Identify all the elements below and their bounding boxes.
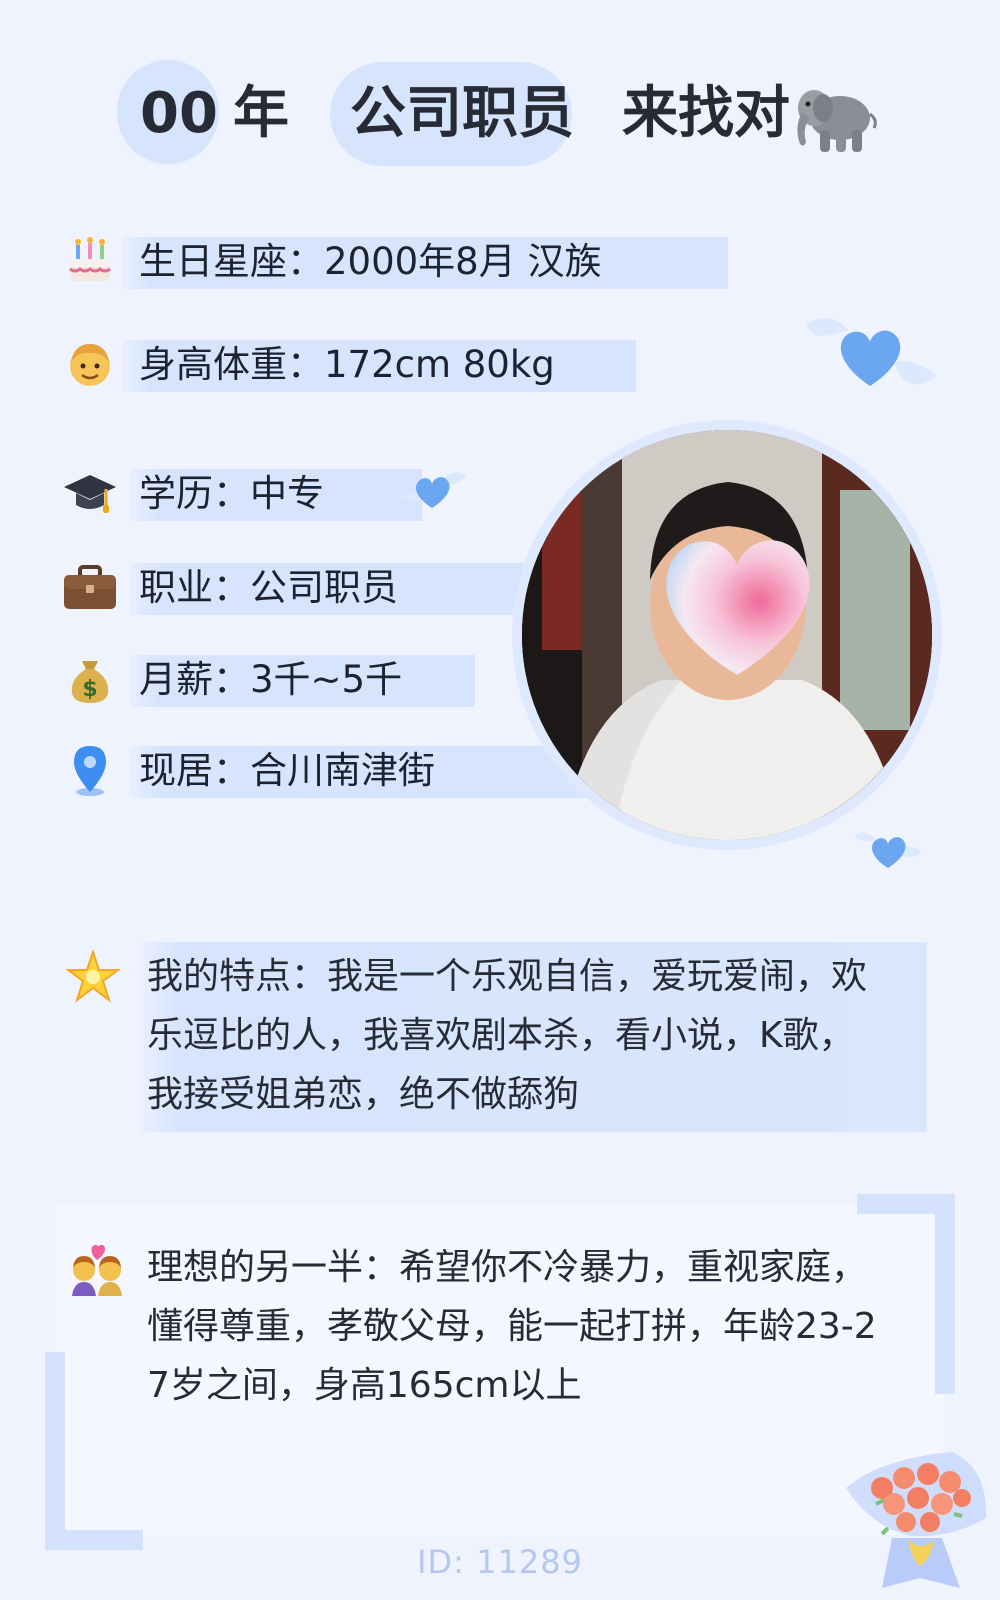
money-bag-icon: $ (62, 651, 118, 707)
info-education-text: 学历：中专 (139, 472, 324, 515)
year-value: 00 (140, 81, 218, 146)
privacy-heart-sticker (652, 525, 822, 685)
features-line: 我的特点：我是一个乐观自信，爱玩爱闹，欢 (147, 956, 868, 997)
small-winged-heart-icon (852, 828, 924, 874)
info-birthday-text: 生日星座：2000年8月 汉族 (139, 240, 602, 283)
man-face-icon (62, 336, 118, 392)
features-text: 我的特点：我是一个乐观自信，爱玩爱闹，欢 乐逗比的人，我喜欢剧本杀，看小说，K歌… (147, 947, 867, 1124)
svg-text:$: $ (82, 677, 97, 702)
couple-with-heart-icon (68, 1238, 126, 1296)
info-salary-text: 月薪：3千~5千 (139, 658, 403, 701)
ideal-line: 懂得尊重，孝敬父母，能一起打拼，年龄23-2 (147, 1306, 877, 1347)
ideal-line: 理想的另一半：希望你不冷暴力，重视家庭， (147, 1247, 868, 1288)
small-winged-heart-icon (398, 468, 468, 514)
year-suffix: 年 (233, 81, 289, 146)
elephant-icon (790, 78, 880, 158)
info-height-weight-text: 身高体重：172cm 80kg (139, 343, 555, 386)
location-pin-icon (62, 742, 118, 798)
briefcase-icon (62, 559, 118, 615)
birthday-cake-icon (62, 233, 118, 289)
info-residence-text: 现居：合川南津街 (139, 749, 435, 792)
avatar (522, 430, 932, 840)
ideal-line: 7岁之间，身高165cm以上 (147, 1365, 582, 1406)
graduation-cap-icon (62, 465, 118, 521)
info-occupation-text: 职业：公司职员 (139, 566, 398, 609)
occupation-title: 公司职员 (350, 81, 574, 146)
profile-id: ID: 11289 (417, 1543, 583, 1581)
corner-bracket (45, 1352, 65, 1550)
features-line: 乐逗比的人，我喜欢剧本杀，看小说，K歌， (147, 1015, 855, 1056)
corner-bracket (935, 1194, 955, 1394)
ideal-partner-text: 理想的另一半：希望你不冷暴力，重视家庭， 懂得尊重，孝敬父母，能一起打拼，年龄2… (147, 1238, 877, 1415)
glowing-star-icon (64, 948, 122, 1004)
features-line: 我接受姐弟恋，绝不做舔狗 (147, 1074, 580, 1115)
winged-heart-icon (800, 310, 940, 400)
seeking-title: 来找对 (622, 81, 790, 146)
